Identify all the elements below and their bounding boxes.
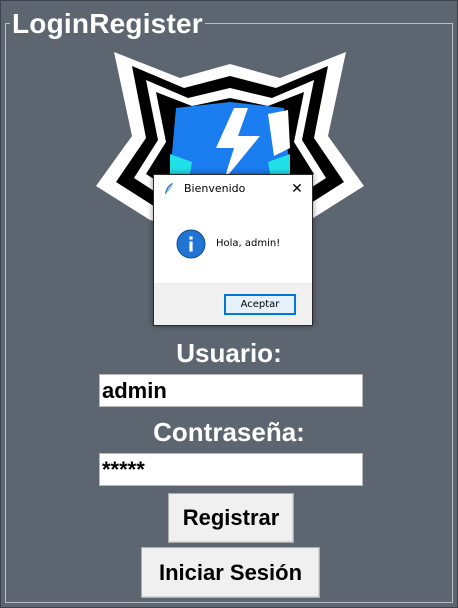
welcome-dialog: Bienvenido ✕ Hola, admin! Aceptar bbox=[153, 174, 313, 326]
password-label: Contraseña: bbox=[153, 417, 305, 447]
group-title: LoginRegister bbox=[10, 6, 205, 42]
dialog-body: Hola, admin! bbox=[154, 203, 312, 283]
dialog-message: Hola, admin! bbox=[216, 238, 281, 249]
username-label: Usuario: bbox=[176, 338, 282, 368]
login-button[interactable]: Iniciar Sesión bbox=[141, 547, 320, 598]
close-icon[interactable]: ✕ bbox=[288, 180, 306, 198]
feather-icon bbox=[163, 181, 175, 200]
password-input[interactable] bbox=[99, 453, 363, 486]
dialog-titlebar[interactable]: Bienvenido ✕ bbox=[154, 175, 312, 203]
username-input[interactable] bbox=[99, 374, 363, 407]
ok-button[interactable]: Aceptar bbox=[224, 294, 296, 315]
info-icon bbox=[176, 229, 206, 263]
register-button[interactable]: Registrar bbox=[168, 493, 294, 543]
dialog-footer: Aceptar bbox=[154, 283, 312, 325]
dialog-title: Bienvenido bbox=[184, 182, 246, 195]
